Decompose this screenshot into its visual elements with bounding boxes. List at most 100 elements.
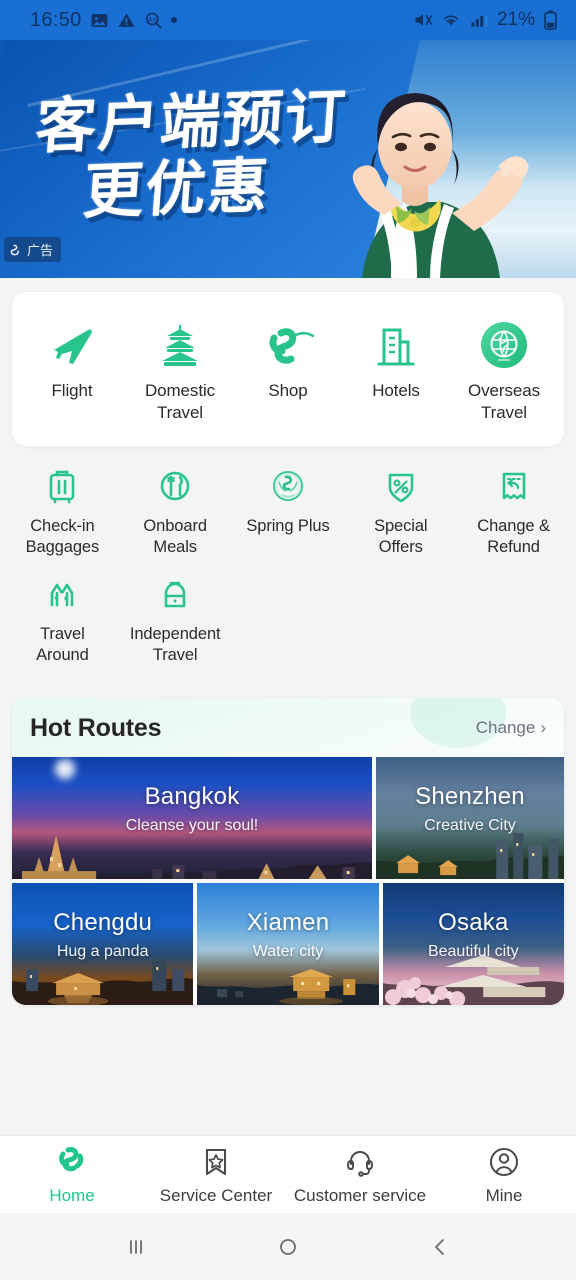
- warning-triangle-icon: [117, 11, 136, 30]
- pagoda-icon: [154, 318, 206, 370]
- battery-icon: [543, 10, 558, 30]
- wifi-icon: [441, 10, 461, 30]
- receipt-return-icon: [492, 462, 536, 508]
- destination-tagline: Creative City: [424, 816, 516, 834]
- phone-screen: 16:50 Aa 21% 客户端预订 更优惠 广告 Flight Domesti…: [0, 0, 576, 1280]
- action-label: Change & Refund: [477, 516, 550, 556]
- destination-tagline: Water city: [252, 942, 324, 960]
- percent-tag-icon: [379, 462, 423, 508]
- hot-routes-change-button[interactable]: Change ›: [476, 718, 546, 738]
- action-flight[interactable]: Flight: [18, 318, 126, 424]
- destination-tile-xiamen[interactable]: Xiamen Water city: [197, 882, 379, 1005]
- nav-label: Service Center: [159, 1186, 273, 1205]
- bookmark-star-icon: [206, 1149, 226, 1175]
- action-label: Independent Travel: [129, 624, 221, 664]
- backpack-icon: [153, 570, 197, 616]
- hot-routes-title: Hot Routes: [30, 713, 162, 742]
- destination-name: Bangkok: [144, 782, 240, 810]
- mute-icon: [413, 10, 433, 30]
- destination-tagline: Cleanse your soul!: [125, 816, 259, 834]
- action-spring-plus[interactable]: Spring Plus: [232, 462, 345, 558]
- action-label: Hotels: [372, 381, 420, 400]
- action-check-in-baggages[interactable]: Check-in Baggages: [6, 462, 119, 558]
- destination-tile-chengdu[interactable]: Chengdu Hug a panda: [12, 882, 194, 1005]
- destination-tile-osaka[interactable]: Osaka Beautiful city: [382, 882, 564, 1005]
- main-content: Flight Domestic Travel Shop Hotels Overs…: [0, 278, 576, 1135]
- action-travel-around[interactable]: Travel Around: [6, 570, 119, 666]
- globe-icon: [478, 318, 530, 370]
- destination-tagline: Beautiful city: [427, 942, 519, 960]
- nav-label: Home: [49, 1186, 95, 1205]
- action-label: Travel Around: [36, 624, 89, 664]
- primary-actions-card: Flight Domestic Travel Shop Hotels Overs…: [12, 292, 564, 446]
- action-label: Check-in Baggages: [25, 516, 100, 556]
- action-label: Shop: [268, 381, 308, 400]
- temple-icon: [40, 570, 84, 616]
- ad-badge-label: 广告: [27, 244, 54, 259]
- promo-banner[interactable]: 客户端预订 更优惠 广告: [0, 40, 576, 278]
- action-label: Spring Plus: [246, 516, 330, 535]
- home-circle-icon[interactable]: [258, 1227, 318, 1267]
- suitcase-icon: [40, 462, 84, 508]
- action-change-refund[interactable]: Change & Refund: [457, 462, 570, 558]
- destination-name: Osaka: [438, 908, 509, 936]
- skyline-glow: [55, 758, 76, 779]
- action-hotels[interactable]: Hotels: [342, 318, 450, 424]
- ad-badge: 广告: [4, 237, 62, 262]
- destination-caption: Bangkok Cleanse your soul!: [12, 783, 372, 835]
- action-overseas-travel[interactable]: Overseas Travel: [450, 318, 558, 424]
- nav-item-home[interactable]: Home: [0, 1143, 144, 1206]
- cutlery-circle-icon: [153, 462, 197, 508]
- primary-actions-grid: Flight Domestic Travel Shop Hotels Overs…: [12, 292, 564, 446]
- signal-bars-icon: [469, 10, 489, 30]
- destination-tile-bangkok[interactable]: Bangkok Cleanse your soul!: [12, 756, 372, 879]
- battery-percent: 21%: [496, 9, 535, 30]
- destination-caption: Osaka Beautiful city: [383, 909, 564, 961]
- image-icon: [90, 11, 109, 30]
- spring-seal-icon: [266, 462, 310, 508]
- action-onboard-meals[interactable]: Onboard Meals: [119, 462, 232, 558]
- chevron-right-icon: ›: [540, 718, 546, 738]
- svg-text:Aa: Aa: [148, 16, 156, 23]
- nav-item-customer-service[interactable]: Customer service: [288, 1143, 432, 1206]
- building-icon: [370, 318, 422, 370]
- action-special-offers[interactable]: Special Offers: [344, 462, 457, 558]
- action-shop[interactable]: Shop: [234, 318, 342, 424]
- status-bar-right: 21%: [413, 9, 558, 31]
- destination-name: Xiamen: [246, 908, 330, 936]
- destination-tile-shenzhen[interactable]: Shenzhen Creative City: [376, 756, 564, 879]
- nav-item-mine[interactable]: Mine: [432, 1143, 576, 1206]
- action-label: Domestic Travel: [144, 381, 216, 422]
- destination-caption: Chengdu Hug a panda: [12, 909, 193, 961]
- spring-swirl-icon: [10, 244, 20, 255]
- destination-caption: Shenzhen Creative City: [376, 783, 564, 835]
- hot-routes-change-label: Change: [475, 718, 536, 738]
- hot-routes-row-1: Bangkok Cleanse your soul! Shenzhen Crea…: [12, 756, 564, 879]
- bottom-navigation: Home Service Center Customer service Min…: [0, 1135, 576, 1213]
- user-circle-icon: [490, 1148, 518, 1176]
- status-bar: 16:50 Aa 21%: [0, 0, 576, 40]
- dot-indicator: [170, 17, 177, 23]
- airplane-icon: [46, 318, 98, 370]
- action-label: Overseas Travel: [468, 381, 540, 422]
- stewardess-photo: [352, 93, 529, 278]
- hot-routes-tiles: Bangkok Cleanse your soul! Shenzhen Crea…: [12, 756, 564, 1005]
- status-time: 16:50: [30, 8, 82, 31]
- destination-caption: Xiamen Water city: [197, 909, 378, 961]
- headset-icon: [346, 1151, 374, 1177]
- hot-routes-header: Hot Routes Change ›: [12, 698, 564, 757]
- action-label: Special Offers: [374, 516, 428, 556]
- back-chevron-icon[interactable]: [410, 1227, 470, 1267]
- nav-label: Customer service: [293, 1186, 427, 1205]
- destination-name: Chengdu: [53, 908, 153, 936]
- action-independent-travel[interactable]: Independent Travel: [119, 570, 232, 666]
- hot-routes-card: Hot Routes Change › Bangkok Cleanse your…: [12, 697, 564, 1005]
- recents-icon[interactable]: [106, 1227, 166, 1267]
- hot-routes-row-2: Chengdu Hug a panda Xiamen Water city Os…: [12, 882, 564, 1005]
- secondary-actions-grid: Check-in Baggages Onboard Meals Spring P…: [0, 446, 576, 682]
- action-label: Onboard Meals: [143, 516, 207, 556]
- action-domestic-travel[interactable]: Domestic Travel: [126, 318, 234, 424]
- system-navigation-bar: [0, 1213, 576, 1280]
- nav-item-service-center[interactable]: Service Center: [144, 1143, 288, 1206]
- spring-swirl-icon: [260, 318, 316, 370]
